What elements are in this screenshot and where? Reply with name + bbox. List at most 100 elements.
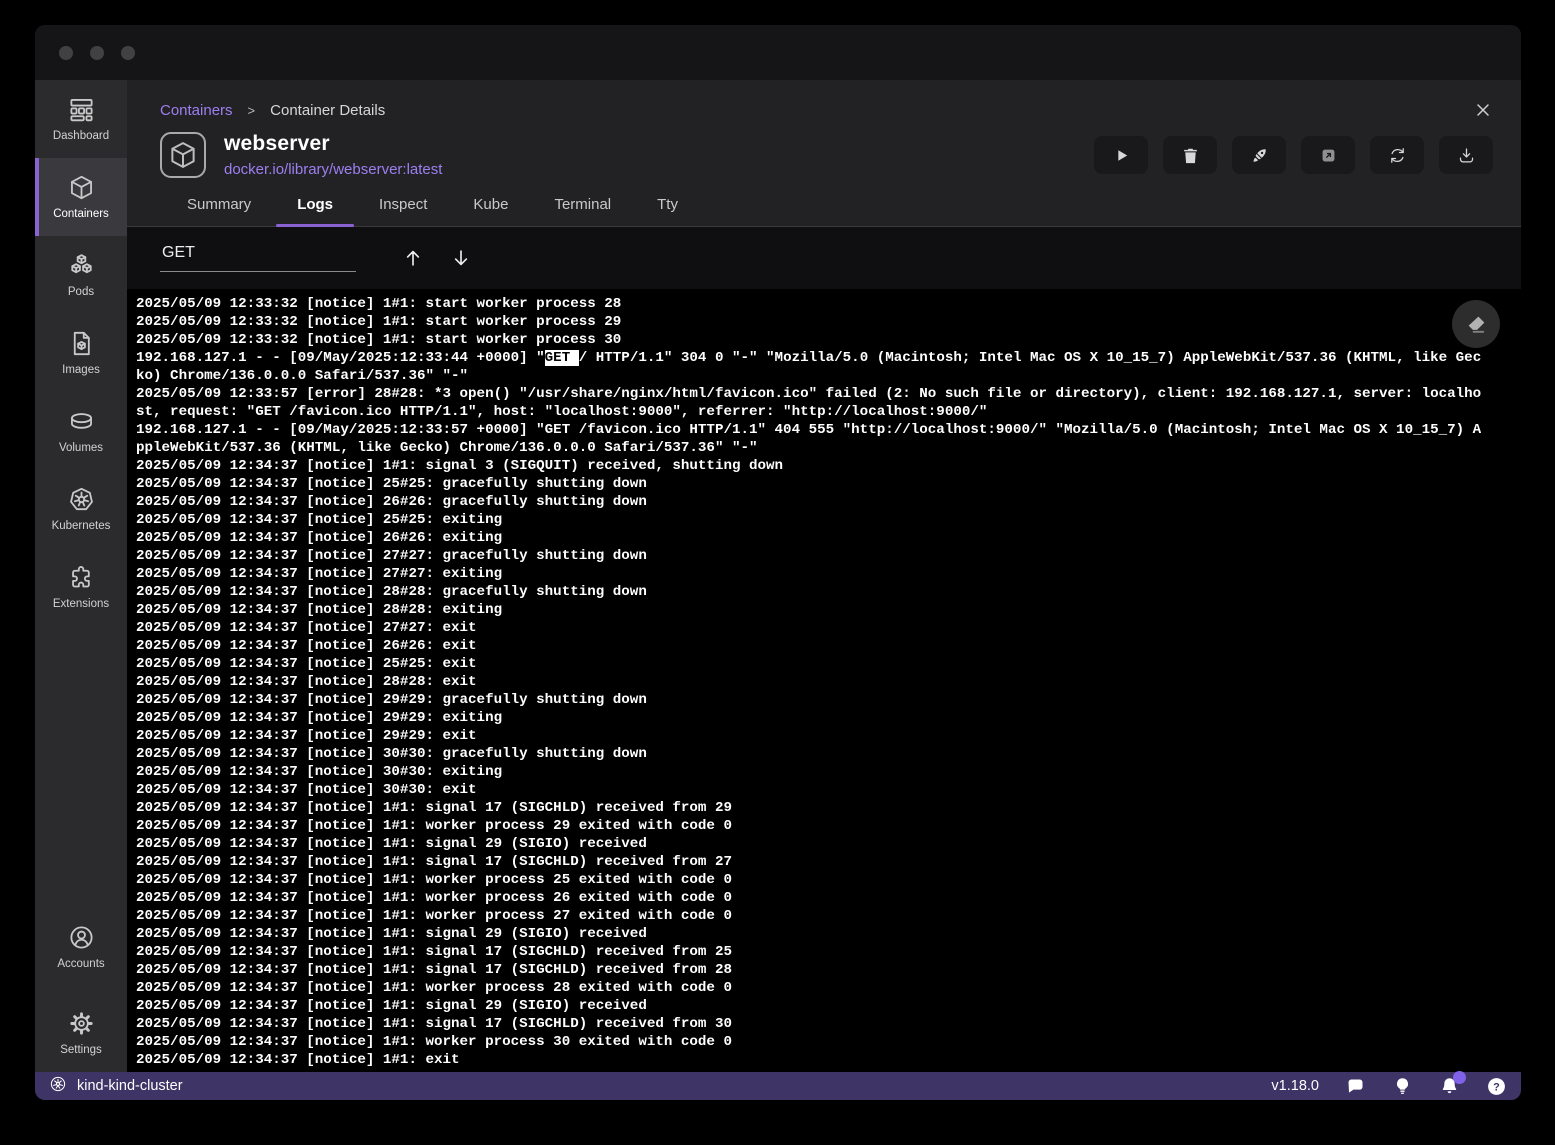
- arrow-up-icon: [402, 247, 424, 269]
- log-line: 2025/05/09 12:34:37 [notice] 1#1: signal…: [136, 943, 1521, 961]
- log-line: 2025/05/09 12:33:32 [notice] 1#1: start …: [136, 331, 1521, 349]
- status-bar: kind-kind-cluster v1.18.0 ?: [35, 1072, 1521, 1100]
- sidebar-item-extensions[interactable]: Extensions: [35, 548, 127, 626]
- log-output[interactable]: 2025/05/09 12:33:32 [notice] 1#1: start …: [127, 289, 1521, 1072]
- start-button[interactable]: [1094, 136, 1148, 174]
- sidebar-item-dashboard[interactable]: Dashboard: [35, 80, 127, 158]
- log-line: 2025/05/09 12:34:37 [notice] 28#28: exit…: [136, 601, 1521, 619]
- log-line: 2025/05/09 12:34:37 [notice] 1#1: worker…: [136, 871, 1521, 889]
- status-bar-right: v1.18.0 ?: [1271, 1076, 1507, 1097]
- log-line: 2025/05/09 12:34:37 [notice] 30#30: exit…: [136, 763, 1521, 781]
- tab-summary[interactable]: Summary: [164, 196, 274, 226]
- log-line: 2025/05/09 12:34:37 [notice] 25#25: grac…: [136, 475, 1521, 493]
- log-line: 2025/05/09 12:34:37 [notice] 1#1: signal…: [136, 799, 1521, 817]
- sidebar-item-label: Kubernetes: [52, 520, 111, 532]
- log-line: 2025/05/09 12:34:37 [notice] 27#27: grac…: [136, 547, 1521, 565]
- log-line: 2025/05/09 12:34:37 [notice] 1#1: signal…: [136, 961, 1521, 979]
- sidebar-nav: DashboardContainersPodsImages Volumes Kube…: [35, 80, 127, 1072]
- log-line: 2025/05/09 12:34:37 [notice] 29#29: grac…: [136, 691, 1521, 709]
- delete-button[interactable]: [1163, 136, 1217, 174]
- eraser-icon: [1465, 313, 1488, 336]
- find-next-button[interactable]: [450, 247, 472, 269]
- arrow-down-icon: [450, 247, 472, 269]
- restart-button[interactable]: [1370, 136, 1424, 174]
- details-tabs: SummaryLogsInspectKubeTerminalTty: [160, 196, 1493, 226]
- sidebar-item-images[interactable]: Images: [35, 314, 127, 392]
- volumes-icon: [68, 408, 95, 435]
- log-line: 2025/05/09 12:34:37 [notice] 1#1: worker…: [136, 817, 1521, 835]
- sidebar-item-pods[interactable]: Pods: [35, 236, 127, 314]
- find-previous-button[interactable]: [402, 247, 424, 269]
- log-line: st, request: "GET /favicon.ico HTTP/1.1"…: [136, 403, 1521, 421]
- play-icon: [1112, 146, 1131, 165]
- accounts-icon: [68, 924, 95, 951]
- image-reference-link[interactable]: docker.io/library/webserver:latest: [224, 161, 442, 178]
- log-line: 2025/05/09 12:33:32 [notice] 1#1: start …: [136, 295, 1521, 313]
- log-line: 2025/05/09 12:34:37 [notice] 25#25: exit: [136, 655, 1521, 673]
- sidebar-item-settings[interactable]: Settings: [35, 994, 127, 1072]
- tab-kube[interactable]: Kube: [450, 196, 531, 226]
- log-line: 2025/05/09 12:33:57 [error] 28#28: *3 op…: [136, 385, 1521, 403]
- deploy-button[interactable]: [1232, 136, 1286, 174]
- log-line: 2025/05/09 12:34:37 [notice] 27#27: exit…: [136, 565, 1521, 583]
- sidebar-item-label: Accounts: [57, 958, 104, 970]
- dashboard-icon: [68, 96, 95, 123]
- traffic-light-close[interactable]: [59, 46, 73, 60]
- tab-tty[interactable]: Tty: [634, 196, 701, 226]
- log-line: 2025/05/09 12:34:37 [notice] 1#1: signal…: [136, 853, 1521, 871]
- extensions-icon: [68, 564, 95, 591]
- log-line: 2025/05/09 12:34:37 [notice] 26#26: exit…: [136, 529, 1521, 547]
- kubernetes-context-icon: [49, 1075, 67, 1093]
- tab-terminal[interactable]: Terminal: [531, 196, 634, 226]
- sidebar-item-volumes[interactable]: Volumes: [35, 392, 127, 470]
- traffic-light-minimize[interactable]: [90, 46, 104, 60]
- log-line: 192.168.127.1 - - [09/May/2025:12:33:44 …: [136, 349, 1521, 367]
- log-line: 2025/05/09 12:34:37 [notice] 1#1: signal…: [136, 925, 1521, 943]
- log-search-input[interactable]: [160, 244, 356, 272]
- container-action-bar: [1094, 136, 1493, 174]
- log-line: 2025/05/09 12:34:37 [notice] 29#29: exit: [136, 727, 1521, 745]
- tab-inspect[interactable]: Inspect: [356, 196, 450, 226]
- help-button[interactable]: ?: [1486, 1076, 1507, 1097]
- container-icon: [160, 132, 206, 178]
- sidebar-item-label: Volumes: [59, 442, 103, 454]
- sidebar-item-kubernetes[interactable]: Kubernetes: [35, 470, 127, 548]
- log-search-toolbar: [127, 227, 1521, 289]
- tasks-button[interactable]: [1392, 1076, 1413, 1097]
- content-column: Containers > Container Details webserver…: [127, 80, 1521, 1072]
- open-button[interactable]: [1301, 136, 1355, 174]
- clear-logs-button[interactable]: [1452, 300, 1500, 348]
- log-line: 2025/05/09 12:34:37 [notice] 29#29: exit…: [136, 709, 1521, 727]
- breadcrumb: Containers > Container Details: [160, 100, 1493, 120]
- log-line: ppleWebKit/537.36 (KHTML, like Gecko) Ch…: [136, 439, 1521, 457]
- log-line: 2025/05/09 12:34:37 [notice] 1#1: worker…: [136, 889, 1521, 907]
- close-icon[interactable]: [1473, 100, 1493, 120]
- settings-icon: [68, 1010, 95, 1037]
- log-line: 2025/05/09 12:34:37 [notice] 1#1: worker…: [136, 979, 1521, 997]
- notifications-button[interactable]: [1439, 1076, 1460, 1097]
- breadcrumb-containers-link[interactable]: Containers: [160, 102, 233, 119]
- feedback-button[interactable]: [1345, 1076, 1366, 1097]
- trash-icon: [1181, 146, 1200, 165]
- sidebar-item-label: Extensions: [53, 598, 109, 610]
- sidebar-item-containers[interactable]: Containers: [35, 158, 127, 236]
- kube-context-label: kind-kind-cluster: [77, 1078, 183, 1094]
- log-line: 2025/05/09 12:34:37 [notice] 27#27: exit: [136, 619, 1521, 637]
- kube-context-selector[interactable]: kind-kind-cluster: [49, 1075, 183, 1098]
- log-line: 2025/05/09 12:34:37 [notice] 30#30: grac…: [136, 745, 1521, 763]
- images-icon: [68, 330, 95, 357]
- traffic-light-zoom[interactable]: [121, 46, 135, 60]
- title-row: webserver docker.io/library/webserver:la…: [160, 132, 1493, 178]
- tab-logs[interactable]: Logs: [274, 196, 356, 226]
- sidebar-item-accounts[interactable]: Accounts: [35, 908, 127, 986]
- log-line: 2025/05/09 12:34:37 [notice] 1#1: signal…: [136, 1015, 1521, 1033]
- search-match-highlight: GET: [545, 350, 579, 366]
- kubernetes-context-icon: [49, 1075, 67, 1098]
- log-line: 2025/05/09 12:34:37 [notice] 1#1: signal…: [136, 457, 1521, 475]
- export-button[interactable]: [1439, 136, 1493, 174]
- refresh-icon: [1388, 146, 1407, 165]
- log-line: 2025/05/09 12:34:37 [notice] 30#30: exit: [136, 781, 1521, 799]
- download-icon: [1457, 146, 1476, 165]
- chat-icon: [1345, 1076, 1366, 1097]
- main-row: DashboardContainersPodsImagesVolumesKube…: [35, 80, 1521, 1072]
